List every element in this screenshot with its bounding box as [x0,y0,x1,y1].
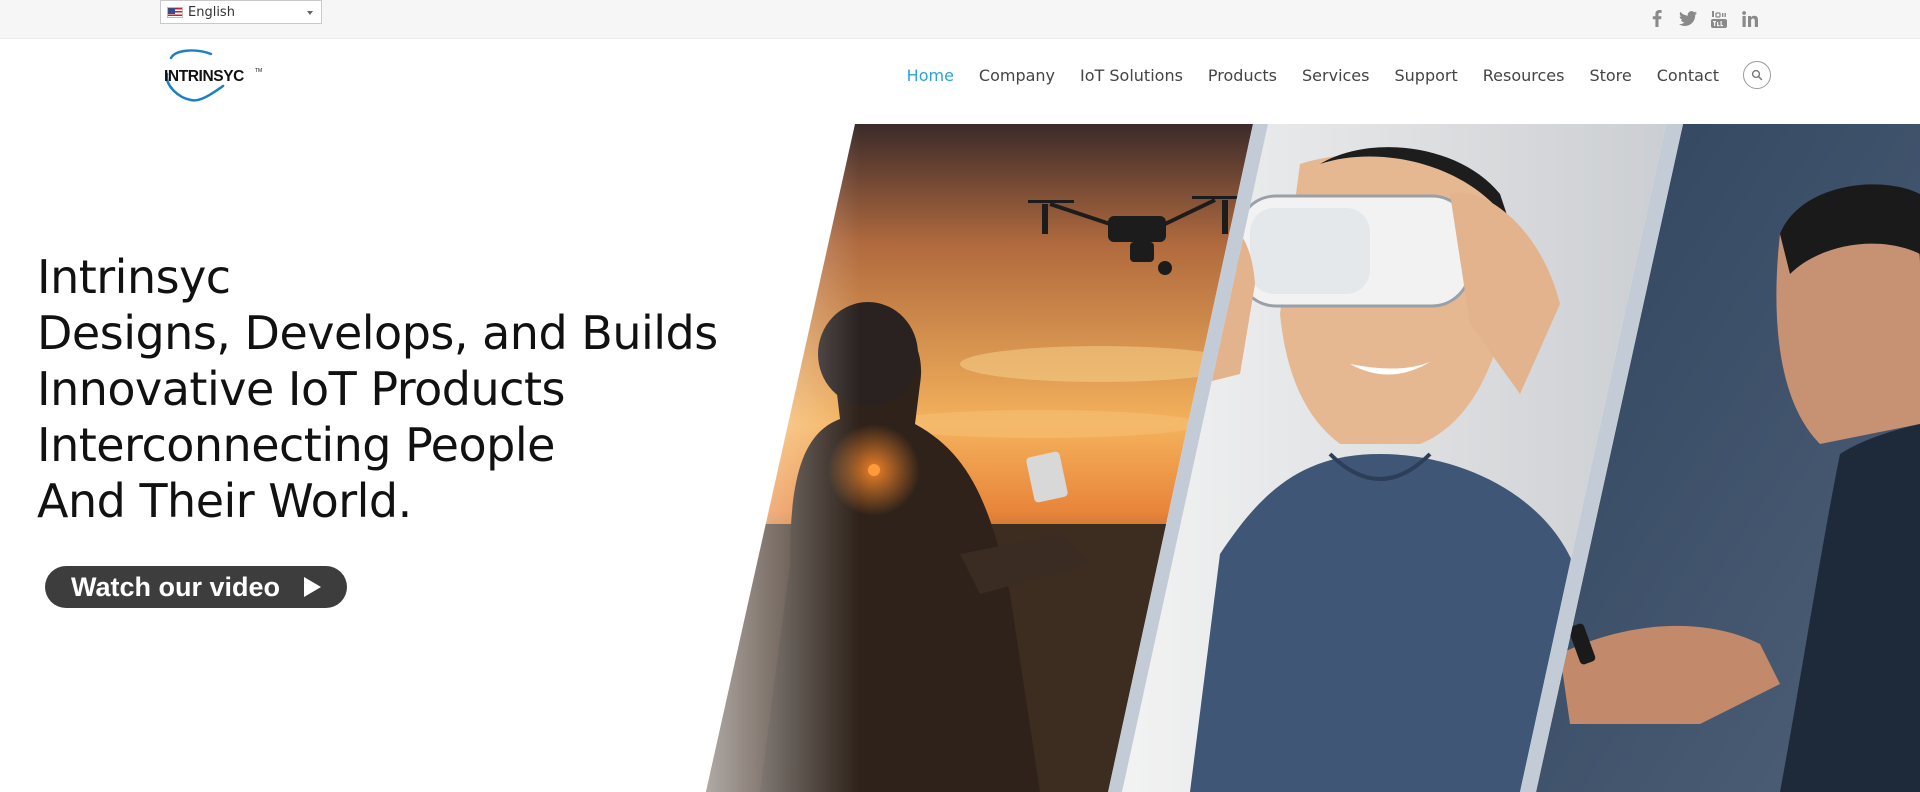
nav-item-resources[interactable]: Resources [1483,66,1565,85]
headline-line: Interconnecting People [37,418,555,472]
headline-line: Innovative IoT Products [37,362,565,416]
language-label: English [188,4,235,20]
facebook-icon[interactable] [1647,9,1666,28]
youtube-icon[interactable] [1709,9,1728,28]
nav-item-products[interactable]: Products [1208,66,1277,85]
nav-item-store[interactable]: Store [1589,66,1631,85]
nav-item-company[interactable]: Company [979,66,1055,85]
site-header: INTRINSYC TM Home Company IoT Solutions … [0,39,1920,124]
top-bar: English [0,0,1920,39]
search-icon [1751,69,1763,81]
nav-item-services[interactable]: Services [1302,66,1369,85]
hero-banner: Intrinsyc Designs, Develops, and Builds … [0,124,1920,792]
twitter-icon[interactable] [1678,9,1697,28]
nav-item-support[interactable]: Support [1394,66,1457,85]
svg-text:TM: TM [255,68,262,74]
watch-video-button[interactable]: Watch our video [45,566,347,608]
headline-line: Designs, Develops, and Builds [37,306,718,360]
search-button[interactable] [1743,61,1771,89]
nav-item-home[interactable]: Home [907,66,954,85]
svg-text:INTRINSYC: INTRINSYC [164,68,244,85]
language-selector[interactable]: English [160,0,322,24]
linkedin-icon[interactable] [1740,9,1759,28]
social-links [1647,9,1759,28]
nav-item-contact[interactable]: Contact [1657,66,1719,85]
caret-down-icon [307,11,313,15]
nav-item-iot-solutions[interactable]: IoT Solutions [1080,66,1183,85]
headline-line: And Their World. [37,474,412,528]
us-flag-icon [167,6,183,18]
play-icon [304,577,321,597]
watch-video-label: Watch our video [70,571,280,602]
intrinsyc-logo[interactable]: INTRINSYC TM [163,48,263,102]
headline-line: Intrinsyc [37,250,231,304]
main-nav: Home Company IoT Solutions Products Serv… [907,66,1719,85]
hero-headline: Intrinsyc Designs, Develops, and Builds … [37,249,718,529]
